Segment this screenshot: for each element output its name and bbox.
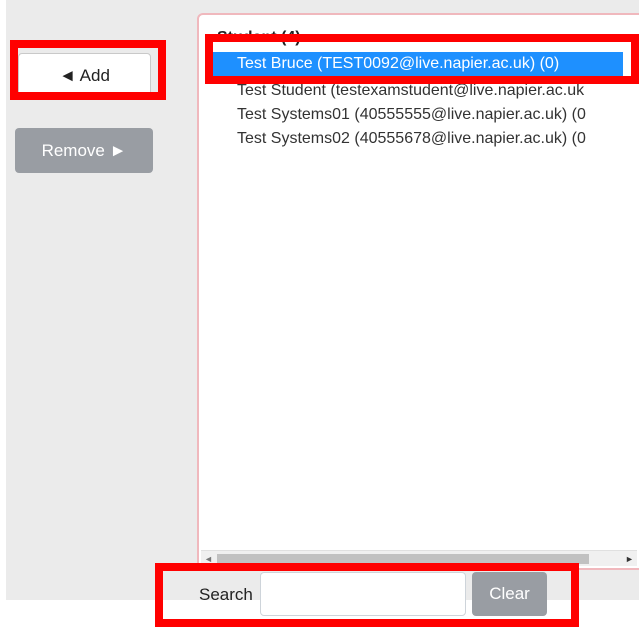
scroll-right-icon[interactable]: ►: [622, 551, 637, 566]
scroll-left-icon[interactable]: ◄: [201, 551, 216, 566]
clear-button[interactable]: Clear: [472, 572, 547, 616]
horizontal-scrollbar[interactable]: ◄ ►: [201, 550, 637, 566]
scrollbar-thumb[interactable]: [217, 554, 589, 564]
list-option[interactable]: Test Bruce (TEST0092@live.napier.ac.uk) …: [213, 52, 623, 76]
search-label: Search: [199, 585, 253, 604]
search-input[interactable]: [260, 572, 466, 616]
list-option[interactable]: Test Student (testexamstudent@live.napie…: [213, 79, 584, 103]
remove-button[interactable]: Remove ►: [15, 128, 153, 173]
list-option[interactable]: Test Systems01 (40555555@live.napier.ac.…: [213, 103, 586, 127]
add-button[interactable]: ◄ Add: [18, 53, 151, 98]
student-listbox[interactable]: Student (4) Test Bruce (TEST0092@live.na…: [197, 13, 639, 570]
list-option[interactable]: Test Systems02 (40555678@live.napier.ac.…: [213, 127, 586, 151]
group-label-student: Student (4): [217, 29, 301, 46]
